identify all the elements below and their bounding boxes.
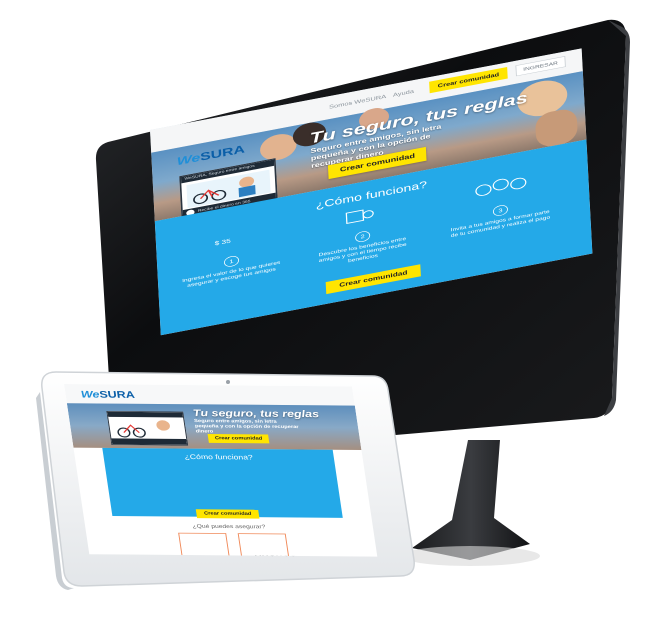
- tablet-crear-comunidad-bottom-button[interactable]: Crear comunidad: [195, 509, 260, 519]
- tablet-wesura-logo[interactable]: WeSURA: [80, 389, 136, 401]
- bicycle-illustration-icon: [107, 411, 188, 445]
- device-insurance-card[interactable]: [237, 533, 290, 557]
- tablet-screen: WeSURA Tu seguro, tus reglas Seguro entr…: [64, 384, 378, 557]
- tablet-website: WeSURA Tu seguro, tus reglas Seguro entr…: [64, 384, 378, 557]
- tablet-hero-title: Tu seguro, tus reglas: [192, 407, 320, 420]
- tablet-camera-dot: [226, 380, 230, 384]
- bike-insurance-card[interactable]: [178, 532, 230, 557]
- tablet-crear-comunidad-button[interactable]: Crear comunidad: [207, 433, 270, 444]
- tablet-video-player[interactable]: [106, 410, 189, 446]
- tablet-question-heading: ¿Qué puedes asegurar?: [192, 524, 266, 530]
